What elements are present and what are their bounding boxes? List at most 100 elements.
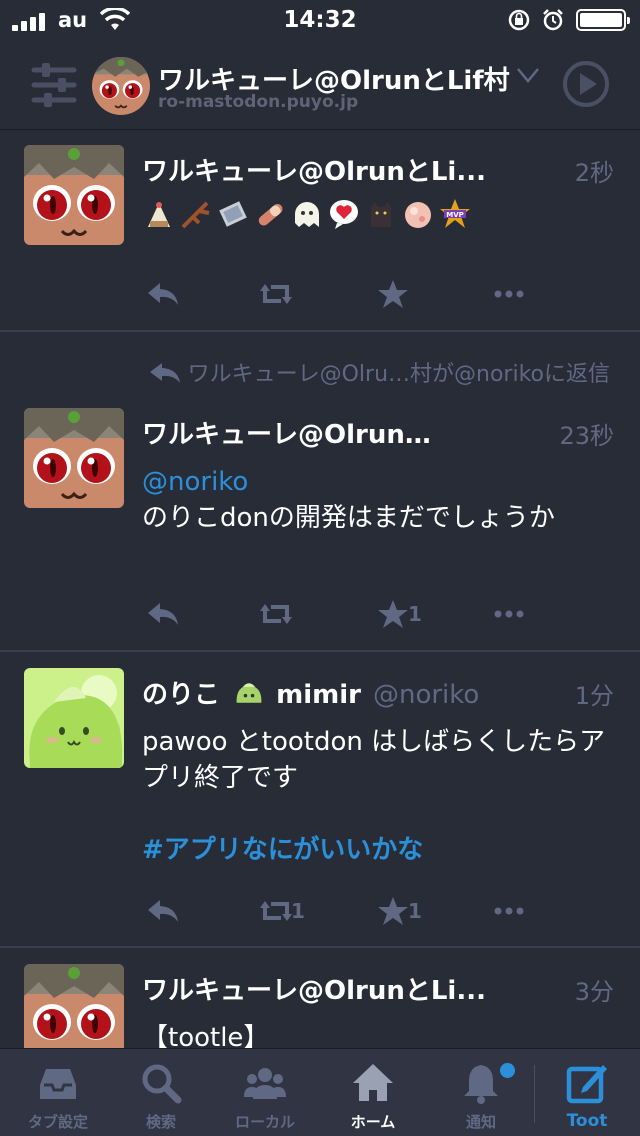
- tab-local[interactable]: ローカル: [212, 1049, 318, 1136]
- favourite-button[interactable]: 1: [376, 597, 422, 631]
- status-item[interactable]: ワルキューレ@Olru…村が@norikoに返信 ワルキューレ@Olrun… 2…: [0, 332, 640, 652]
- reply-note-text: ワルキューレ@Olru…村が@norikoに返信: [187, 362, 610, 387]
- reply-icon: [149, 363, 180, 383]
- battery-icon: [576, 9, 630, 31]
- tab-label: ローカル: [234, 1113, 295, 1131]
- reblog-count: 1: [291, 899, 305, 923]
- tab-label: 通知: [465, 1113, 496, 1131]
- status-content: @noriko のりこdonの開発はまだでしょうか: [142, 464, 618, 536]
- reply-icon: [148, 603, 178, 625]
- tab-label: ホーム: [350, 1113, 396, 1131]
- hashtag-link[interactable]: #アプリなにがいいかな: [142, 832, 618, 868]
- favourite-count: 1: [408, 899, 422, 923]
- chevron-down-icon[interactable]: [516, 64, 540, 86]
- tab-search[interactable]: 検索: [108, 1049, 214, 1136]
- status-text: pawoo とtootdon はしばらくしたらアプリ終了です: [142, 727, 606, 793]
- emoji-row: MVP: [142, 197, 472, 231]
- timestamp: 2秒: [574, 159, 614, 187]
- tab-tab-settings[interactable]: タブ設定: [5, 1049, 111, 1136]
- bell-icon: [464, 1065, 498, 1104]
- status-item[interactable]: のりこ mimir @noriko 1分 pawoo とtootdon はしばらく…: [0, 652, 640, 948]
- tab-label: タブ設定: [27, 1113, 88, 1131]
- tab-bar: タブ設定 検索 ローカル ホーム 通知 Toot: [0, 1048, 640, 1136]
- more-button[interactable]: [492, 597, 526, 631]
- home-timeline[interactable]: ワルキューレ@OlrunとLi... 2秒 MVP ワルキューレ@Olru…村が…: [0, 131, 640, 1048]
- more-icon: [494, 907, 524, 915]
- heart-bubble-icon: [330, 200, 358, 229]
- sausage-icon: [258, 203, 283, 226]
- timestamp: 1分: [574, 682, 614, 710]
- avatar[interactable]: [24, 668, 124, 768]
- ghost-icon: [295, 202, 319, 227]
- display-name[interactable]: ワルキューレ@Olrun…: [142, 414, 431, 451]
- status-content: 【tootle】: [142, 1020, 618, 1048]
- star-icon: [378, 897, 408, 925]
- header-avatar[interactable]: [92, 57, 150, 115]
- play-stream-icon[interactable]: [562, 60, 610, 108]
- favourite-count: 1: [408, 602, 422, 626]
- alarm-icon: [543, 9, 563, 31]
- display-name[interactable]: ワルキューレ@OlrunとLi...: [142, 151, 486, 188]
- rotation-lock-icon: [508, 9, 530, 31]
- home-icon: [353, 1064, 393, 1101]
- display-name[interactable]: のりこ mimir @noriko: [142, 674, 479, 711]
- cake-icon: [148, 202, 170, 227]
- status-item[interactable]: ワルキューレ@OlrunとLi... 3分 【tootle】: [0, 948, 640, 1048]
- timestamp: 23秒: [559, 422, 614, 450]
- reblog-icon: [260, 604, 292, 624]
- tab-notifications[interactable]: 通知: [428, 1049, 534, 1136]
- status-actions: 1: [146, 597, 526, 631]
- notification-badge: [500, 1063, 515, 1078]
- more-icon: [494, 290, 524, 298]
- more-button[interactable]: [492, 894, 526, 928]
- reply-icon: [148, 900, 178, 922]
- tab-label: 検索: [145, 1113, 176, 1131]
- star-icon: [378, 600, 408, 628]
- mention-link[interactable]: @noriko: [142, 464, 618, 500]
- avatar[interactable]: [24, 408, 124, 508]
- compose-icon: [566, 1065, 607, 1104]
- reply-button[interactable]: [146, 894, 180, 928]
- scroll-icon: [219, 201, 247, 227]
- account-handle: @noriko: [372, 680, 480, 710]
- peach-icon: [405, 202, 431, 228]
- reply-button[interactable]: [146, 597, 180, 631]
- reblog-button[interactable]: 1: [259, 894, 305, 928]
- timestamp: 3分: [574, 978, 614, 1006]
- status-text: 【tootle】: [142, 1023, 270, 1048]
- favourite-button[interactable]: [376, 277, 410, 311]
- mvp-icon: MVP: [440, 199, 470, 228]
- status-bar: au 14:32: [0, 0, 640, 42]
- display-name[interactable]: ワルキューレ@OlrunとLi...: [142, 970, 486, 1007]
- slime-emoji-icon: [236, 683, 262, 703]
- search-icon: [142, 1064, 182, 1104]
- tab-label: Toot: [566, 1111, 608, 1131]
- status-actions: 1 1: [146, 894, 526, 928]
- cat-icon: [371, 202, 391, 227]
- display-name-suffix: mimir: [276, 680, 361, 710]
- tab-home[interactable]: ホーム: [320, 1049, 426, 1136]
- avatar[interactable]: [24, 145, 124, 245]
- tab-toot[interactable]: Toot: [534, 1049, 640, 1136]
- status-actions: [146, 277, 526, 311]
- star-icon: [378, 280, 408, 308]
- reblog-icon: [260, 901, 292, 921]
- reply-note: ワルキューレ@Olru…村が@norikoに返信: [148, 356, 610, 388]
- status-item[interactable]: ワルキューレ@OlrunとLi... 2秒 MVP: [0, 131, 640, 332]
- instance-domain: ro-mastodon.puyo.jp: [158, 92, 359, 112]
- reblog-button[interactable]: [259, 277, 293, 311]
- favourite-button[interactable]: 1: [376, 894, 422, 928]
- avatar[interactable]: [24, 964, 124, 1048]
- inbox-icon: [40, 1069, 76, 1099]
- reply-button[interactable]: [146, 277, 180, 311]
- reply-icon: [148, 283, 178, 305]
- svg-text:MVP: MVP: [446, 211, 464, 219]
- reblog-button[interactable]: [259, 597, 293, 631]
- sliders-icon[interactable]: [30, 62, 78, 108]
- status-content: pawoo とtootdon はしばらくしたらアプリ終了です #アプリなにがいい…: [142, 724, 618, 868]
- reblog-icon: [260, 284, 292, 304]
- app-header: ワルキューレ@OlrunとLif村 ro-mastodon.puyo.jp: [0, 42, 640, 130]
- more-button[interactable]: [492, 277, 526, 311]
- branch-icon: [181, 201, 210, 229]
- users-icon: [244, 1068, 286, 1099]
